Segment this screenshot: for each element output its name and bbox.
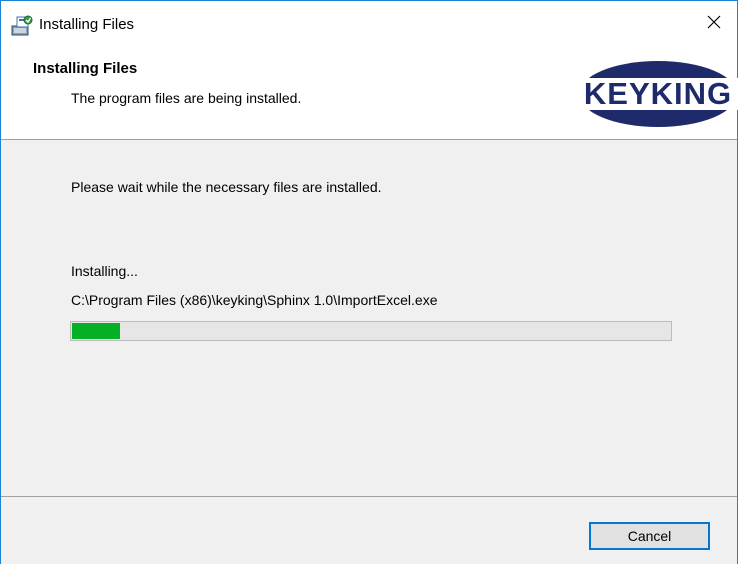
title-bar: Installing Files	[1, 1, 737, 47]
header-banner: Installing Files The program files are b…	[1, 47, 738, 140]
svg-text:KEYKING: KEYKING	[584, 76, 732, 111]
installer-icon	[11, 14, 33, 36]
cancel-button[interactable]: Cancel	[589, 522, 710, 550]
window-title: Installing Files	[39, 16, 135, 33]
progress-fill	[72, 323, 120, 339]
close-button[interactable]	[691, 1, 737, 47]
progress-bar	[70, 321, 672, 341]
status-label: Installing...	[71, 263, 138, 279]
wait-message: Please wait while the necessary files ar…	[71, 179, 382, 195]
keyking-logo: KEYKING	[578, 59, 738, 129]
page-title: Installing Files	[33, 60, 138, 77]
page-subtitle: The program files are being installed.	[71, 90, 302, 106]
installer-window: Installing Files Installing Files The pr…	[0, 0, 738, 564]
current-file-path: C:\Program Files (x86)\keyking\Sphinx 1.…	[71, 292, 438, 308]
close-icon	[707, 15, 721, 34]
main-content: Please wait while the necessary files ar…	[1, 140, 737, 496]
button-bar: Cancel	[1, 496, 737, 564]
